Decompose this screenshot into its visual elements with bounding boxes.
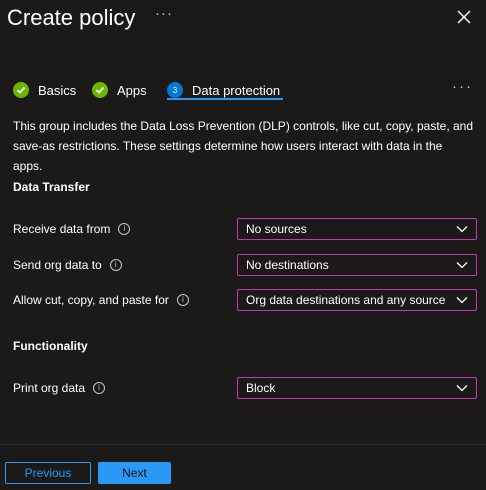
checkmark-icon <box>13 82 29 98</box>
receive-data-label: Receive data from i <box>13 222 131 236</box>
step-label: Basics <box>38 82 77 98</box>
wizard-steps: Basics Apps 3 Data protection <box>0 76 486 106</box>
info-icon[interactable]: i <box>93 382 106 394</box>
page-title: Create policy <box>7 5 136 30</box>
info-icon[interactable]: i <box>118 223 131 235</box>
info-icon[interactable]: i <box>109 259 122 271</box>
active-step-indicator <box>167 98 283 100</box>
footer-divider <box>0 444 486 445</box>
more-options-icon[interactable]: ··· <box>155 5 173 22</box>
chevron-down-icon <box>456 385 468 392</box>
checkmark-icon <box>92 82 108 98</box>
data-transfer-heading: Data Transfer <box>13 180 90 194</box>
step-label: Apps <box>117 82 147 98</box>
send-org-data-dropdown[interactable]: No destinations <box>237 254 477 276</box>
print-org-data-label: Print org data i <box>13 381 106 395</box>
previous-button[interactable]: Previous <box>5 462 91 484</box>
chevron-down-icon <box>456 262 468 269</box>
cut-copy-paste-dropdown[interactable]: Org data destinations and any source <box>237 289 477 311</box>
steps-more-icon[interactable]: ··· <box>452 78 473 95</box>
step-number-badge: 3 <box>167 82 183 98</box>
close-icon[interactable] <box>455 8 473 26</box>
step-label: Data protection <box>192 82 281 98</box>
step-apps[interactable]: Apps <box>92 80 147 100</box>
print-org-data-dropdown[interactable]: Block <box>237 377 477 399</box>
section-description: This group includes the Data Loss Preven… <box>13 119 474 173</box>
step-basics[interactable]: Basics <box>13 80 76 100</box>
info-icon[interactable]: i <box>176 294 189 306</box>
functionality-heading: Functionality <box>13 339 88 353</box>
chevron-down-icon <box>456 297 468 304</box>
cut-copy-paste-label: Allow cut, copy, and paste for i <box>13 293 189 307</box>
chevron-down-icon <box>456 226 468 233</box>
step-data-protection[interactable]: 3 Data protection <box>167 80 280 100</box>
next-button[interactable]: Next <box>98 462 171 484</box>
send-org-data-label: Send org data to i <box>13 258 122 272</box>
receive-data-dropdown[interactable]: No sources <box>237 218 477 240</box>
panel-header: Create policy ··· <box>0 0 486 36</box>
